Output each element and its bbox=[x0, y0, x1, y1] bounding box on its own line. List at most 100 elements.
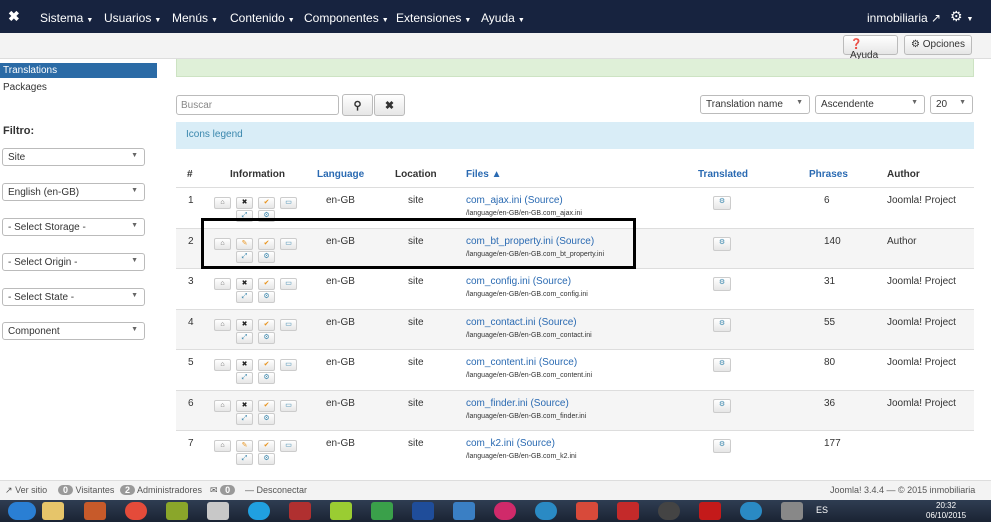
x-icon[interactable]: ✖ bbox=[236, 197, 253, 209]
home-icon[interactable]: ⌂ bbox=[214, 359, 231, 371]
language-indicator[interactable]: ES bbox=[816, 505, 828, 515]
file-link[interactable]: com_contact.ini (Source) bbox=[466, 317, 577, 328]
screen-icon[interactable]: ▭ bbox=[280, 197, 297, 209]
translated-gear-icon[interactable]: ⚙ bbox=[713, 277, 731, 291]
translated-gear-icon[interactable]: ⚙ bbox=[713, 196, 731, 210]
view-site-link[interactable]: ↗ Ver sitio bbox=[5, 485, 47, 496]
check-icon[interactable]: ✔ bbox=[258, 319, 275, 331]
menu-usuarios[interactable]: Usuarios ▼ bbox=[104, 11, 161, 25]
menu-ayuda[interactable]: Ayuda ▼ bbox=[481, 11, 525, 25]
filter-state-select[interactable]: - Select State - ▼ bbox=[2, 288, 145, 306]
gear-icon[interactable]: ⚙ bbox=[258, 453, 275, 465]
check-icon[interactable]: ✔ bbox=[258, 278, 275, 290]
fireworks-icon[interactable] bbox=[166, 502, 188, 520]
expand-icon[interactable]: ⤢ bbox=[236, 372, 253, 384]
filter-client-select[interactable]: Site ▼ bbox=[2, 148, 145, 166]
sort-field-select[interactable]: Translation name ▼ bbox=[700, 95, 810, 114]
filter-language-select[interactable]: English (en-GB) ▼ bbox=[2, 183, 145, 201]
pen-icon[interactable] bbox=[289, 502, 311, 520]
expand-icon[interactable]: ⤢ bbox=[236, 453, 253, 465]
logout-link[interactable]: — Desconectar bbox=[245, 485, 307, 495]
check-icon[interactable]: ✔ bbox=[258, 359, 275, 371]
user-site-link[interactable]: inmobiliaria ↗ bbox=[867, 11, 941, 25]
x-icon[interactable]: ✖ bbox=[236, 278, 253, 290]
menu-menus[interactable]: Menús ▼ bbox=[172, 11, 218, 25]
file-link[interactable]: com_content.ini (Source) bbox=[466, 357, 577, 368]
app-icon[interactable] bbox=[576, 502, 598, 520]
search-button[interactable]: ⚲ bbox=[342, 94, 373, 116]
x-icon[interactable]: ✖ bbox=[236, 319, 253, 331]
col-phrases[interactable]: Phrases bbox=[809, 169, 848, 180]
home-icon[interactable]: ⌂ bbox=[214, 197, 231, 209]
expand-icon[interactable]: ⤢ bbox=[236, 332, 253, 344]
file-link[interactable]: com_ajax.ini (Source) bbox=[466, 195, 563, 206]
menu-componentes[interactable]: Componentes ▼ bbox=[304, 11, 389, 25]
app-icon[interactable] bbox=[494, 502, 516, 520]
notes-icon[interactable] bbox=[330, 502, 352, 520]
screen-icon[interactable]: ▭ bbox=[280, 359, 297, 371]
clock[interactable]: 20:32 06/10/2015 bbox=[926, 501, 966, 521]
expand-icon[interactable]: ⤢ bbox=[236, 413, 253, 425]
app-icon[interactable] bbox=[207, 502, 229, 520]
translated-gear-icon[interactable]: ⚙ bbox=[713, 237, 731, 251]
photoshop-icon[interactable] bbox=[412, 502, 434, 520]
translated-gear-icon[interactable]: ⚙ bbox=[713, 318, 731, 332]
x-icon[interactable]: ✖ bbox=[236, 359, 253, 371]
check-icon[interactable]: ✔ bbox=[258, 197, 275, 209]
translated-gear-icon[interactable]: ⚙ bbox=[713, 439, 731, 453]
filter-type-select[interactable]: Component ▼ bbox=[2, 322, 145, 340]
home-icon[interactable]: ⌂ bbox=[214, 400, 231, 412]
app-icon[interactable] bbox=[740, 502, 762, 520]
search-input[interactable]: Buscar bbox=[176, 95, 339, 115]
joomla-logo-icon[interactable]: ✖ bbox=[8, 8, 20, 25]
home-icon[interactable]: ⌂ bbox=[214, 319, 231, 331]
screen-icon[interactable]: ▭ bbox=[280, 319, 297, 331]
sidebar-item-translations[interactable]: Translations bbox=[0, 63, 157, 78]
home-icon[interactable]: ⌂ bbox=[214, 278, 231, 290]
file-link[interactable]: com_finder.ini (Source) bbox=[466, 398, 569, 409]
gear-icon[interactable]: ⚙ ▼ bbox=[950, 8, 973, 25]
menu-extensiones[interactable]: Extensiones ▼ bbox=[396, 11, 471, 25]
app-icon[interactable] bbox=[453, 502, 475, 520]
filter-storage-select[interactable]: - Select Storage - ▼ bbox=[2, 218, 145, 236]
messages-indicator[interactable]: ✉ 0 bbox=[210, 485, 236, 496]
skype-icon[interactable] bbox=[248, 502, 270, 520]
app-icon[interactable] bbox=[781, 502, 803, 520]
app-icon[interactable] bbox=[617, 502, 639, 520]
gear-icon[interactable]: ⚙ bbox=[258, 291, 275, 303]
help-button[interactable]: ❓ Ayuda bbox=[843, 35, 898, 61]
expand-icon[interactable]: ⤢ bbox=[236, 291, 253, 303]
edit-icon[interactable]: ✎ bbox=[236, 440, 253, 452]
file-link[interactable]: com_k2.ini (Source) bbox=[466, 438, 555, 449]
translated-gear-icon[interactable]: ⚙ bbox=[713, 358, 731, 372]
screen-icon[interactable]: ▭ bbox=[280, 278, 297, 290]
sidebar-item-packages[interactable]: Packages bbox=[3, 82, 47, 93]
menu-sistema[interactable]: Sistema ▼ bbox=[40, 11, 93, 25]
col-files[interactable]: Files ▲ bbox=[466, 169, 501, 180]
filter-origin-select[interactable]: - Select Origin - ▼ bbox=[2, 253, 145, 271]
app-icon[interactable] bbox=[658, 502, 680, 520]
media-player-icon[interactable] bbox=[84, 502, 106, 520]
gear-icon[interactable]: ⚙ bbox=[258, 332, 275, 344]
screen-icon[interactable]: ▭ bbox=[280, 400, 297, 412]
home-icon[interactable]: ⌂ bbox=[214, 440, 231, 452]
col-translated[interactable]: Translated bbox=[698, 169, 748, 180]
screen-icon[interactable]: ▭ bbox=[280, 440, 297, 452]
app-icon[interactable] bbox=[535, 502, 557, 520]
utorrent-icon[interactable] bbox=[371, 502, 393, 520]
acrobat-icon[interactable] bbox=[699, 502, 721, 520]
gear-icon[interactable]: ⚙ bbox=[258, 372, 275, 384]
limit-select[interactable]: 20 ▼ bbox=[930, 95, 973, 114]
col-language[interactable]: Language bbox=[317, 169, 364, 180]
translated-gear-icon[interactable]: ⚙ bbox=[713, 399, 731, 413]
start-button-icon[interactable] bbox=[8, 502, 36, 520]
clear-button[interactable]: ✖ bbox=[374, 94, 405, 116]
check-icon[interactable]: ✔ bbox=[258, 400, 275, 412]
sort-direction-select[interactable]: Ascendente ▼ bbox=[815, 95, 925, 114]
icons-legend-toggle[interactable]: Icons legend bbox=[176, 122, 974, 149]
check-icon[interactable]: ✔ bbox=[258, 440, 275, 452]
x-icon[interactable]: ✖ bbox=[236, 400, 253, 412]
file-link[interactable]: com_config.ini (Source) bbox=[466, 276, 571, 287]
gear-icon[interactable]: ⚙ bbox=[258, 413, 275, 425]
chrome-icon[interactable] bbox=[125, 502, 147, 520]
